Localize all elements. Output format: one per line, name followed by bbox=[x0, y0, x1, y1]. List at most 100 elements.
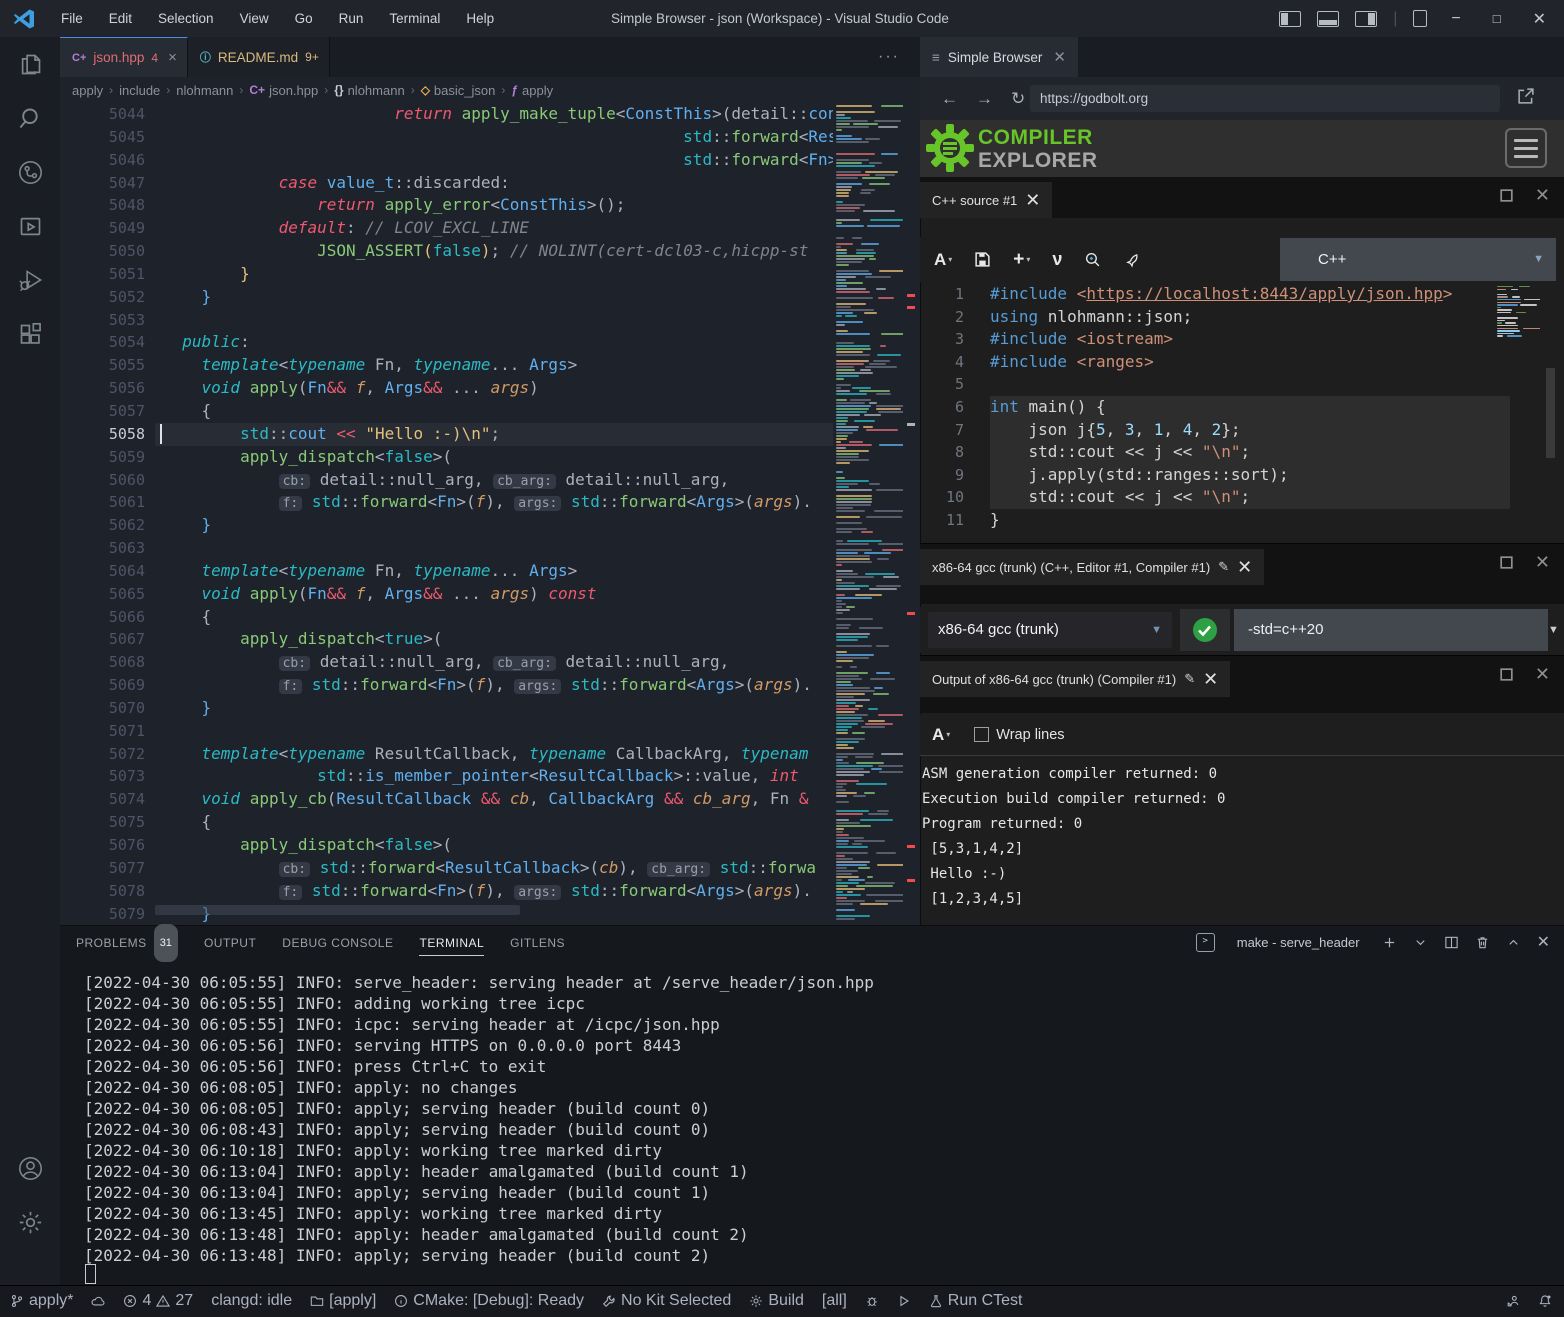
source-line[interactable]: 6int main() { bbox=[920, 396, 1564, 419]
code-line[interactable]: 5065 void apply(Fn&& f, Args&& ... args)… bbox=[60, 583, 920, 606]
code-line[interactable]: 5052 } bbox=[60, 286, 920, 309]
maximize-pane-icon[interactable] bbox=[1498, 187, 1515, 204]
status-problems[interactable]: 427 bbox=[123, 1285, 193, 1317]
minimize-button[interactable]: − bbox=[1443, 10, 1468, 28]
panel-tab-debug-console[interactable]: DEBUG CONSOLE bbox=[282, 925, 393, 961]
quick-bench-icon[interactable] bbox=[1123, 251, 1140, 268]
open-external-icon[interactable] bbox=[1516, 86, 1536, 106]
activity-search[interactable] bbox=[0, 91, 60, 145]
code-line[interactable]: 5044 return apply_make_tuple<ConstThis>(… bbox=[60, 103, 920, 126]
url-input[interactable]: https://godbolt.org bbox=[1030, 85, 1500, 112]
toggle-sidebar-icon[interactable] bbox=[1279, 11, 1301, 27]
overview-ruler[interactable] bbox=[903, 103, 920, 925]
maximize-panel-icon[interactable] bbox=[1506, 935, 1521, 950]
code-line[interactable]: 5073 std::is_member_pointer<ResultCallba… bbox=[60, 765, 920, 788]
tab-README.md[interactable]: ⓘREADME.md9+ bbox=[188, 37, 330, 77]
source-line[interactable]: 11} bbox=[920, 509, 1564, 532]
rename-icon[interactable]: ✎ bbox=[1184, 671, 1195, 687]
code-line[interactable]: 5077 cb: std::forward<ResultCallback>(cb… bbox=[60, 857, 920, 880]
split-terminal-icon[interactable] bbox=[1444, 935, 1459, 950]
panel-tab-gitlens[interactable]: GITLENS bbox=[510, 925, 565, 961]
status-launch-button[interactable] bbox=[897, 1285, 911, 1317]
breadcrumb-item-include[interactable]: include bbox=[119, 83, 160, 98]
maximize-pane-icon[interactable] bbox=[1498, 554, 1515, 571]
toggle-panel-icon[interactable] bbox=[1317, 11, 1339, 27]
breadcrumb-item-nlohmann[interactable]: nlohmann bbox=[176, 83, 233, 98]
breadcrumb-item-json.hpp[interactable]: C+json.hpp bbox=[249, 83, 318, 98]
wrap-lines-checkbox[interactable] bbox=[974, 727, 989, 742]
maximize-pane-icon[interactable] bbox=[1498, 666, 1515, 683]
close-icon[interactable]: × bbox=[168, 49, 177, 66]
code-editor[interactable]: 5044 return apply_make_tuple<ConstThis>(… bbox=[60, 103, 920, 925]
code-line[interactable]: 5061 f: std::forward<Fn>(f), args: std::… bbox=[60, 491, 920, 514]
activity-extensions[interactable] bbox=[0, 307, 60, 361]
code-line[interactable]: 5048 return apply_error<ConstThis>(); bbox=[60, 194, 920, 217]
status-clangd-status[interactable]: clangd: idle bbox=[211, 1285, 292, 1317]
status-ctest-button[interactable]: Run CTest bbox=[929, 1285, 1023, 1317]
menu-edit[interactable]: Edit bbox=[96, 0, 145, 37]
tab-simple-browser[interactable]: ≡ Simple Browser ✕ bbox=[920, 37, 1078, 77]
activity-explorer[interactable] bbox=[0, 37, 60, 91]
tab-compiler[interactable]: x86-64 gcc (trunk) (C++, Editor #1, Comp… bbox=[920, 549, 1264, 585]
close-panel-icon[interactable]: ✕ bbox=[1537, 932, 1550, 952]
status-build-button[interactable]: Build bbox=[749, 1285, 804, 1317]
status-cmake-kit[interactable]: No Kit Selected bbox=[602, 1285, 731, 1317]
status-build-target[interactable]: [all] bbox=[822, 1285, 847, 1317]
status-cmake-project[interactable]: [apply] bbox=[310, 1285, 376, 1317]
source-line[interactable]: 4#include <ranges> bbox=[920, 351, 1564, 374]
minimap[interactable] bbox=[833, 103, 903, 925]
close-pane-icon[interactable]: ✕ bbox=[1535, 187, 1550, 204]
source-code-editor[interactable]: 1#include <https://localhost:8443/apply/… bbox=[920, 283, 1564, 541]
rename-icon[interactable]: ✎ bbox=[1218, 559, 1229, 575]
code-line[interactable]: 5074 void apply_cb(ResultCallback && cb,… bbox=[60, 788, 920, 811]
menu-selection[interactable]: Selection bbox=[145, 0, 227, 37]
cpp-insights-icon[interactable] bbox=[1084, 251, 1101, 268]
chevron-down-icon[interactable]: ▼ bbox=[1548, 609, 1559, 651]
code-line[interactable]: 5063 bbox=[60, 537, 920, 560]
source-line[interactable]: 1#include <https://localhost:8443/apply/… bbox=[920, 283, 1564, 306]
code-line[interactable]: 5062 } bbox=[60, 514, 920, 537]
source-line[interactable]: 8 std::cout << j << "\n"; bbox=[920, 441, 1564, 464]
source-line[interactable]: 9 j.apply(std::ranges::sort); bbox=[920, 464, 1564, 487]
code-line[interactable]: 5049 default: // LCOV_EXCL_LINE bbox=[60, 217, 920, 240]
code-line[interactable]: 5047 case value_t::discarded: bbox=[60, 172, 920, 195]
tab-output[interactable]: Output of x86-64 gcc (trunk) (Compiler #… bbox=[920, 661, 1230, 697]
language-select[interactable]: C++ ▼ bbox=[1280, 238, 1556, 281]
status-remote[interactable] bbox=[1506, 1285, 1520, 1317]
activity-settings-gear[interactable] bbox=[0, 1195, 60, 1249]
status-git-branch[interactable]: apply* bbox=[10, 1285, 73, 1317]
status-notifications[interactable] bbox=[1538, 1285, 1552, 1317]
customize-layout-icon[interactable] bbox=[1413, 10, 1427, 27]
save-icon[interactable] bbox=[974, 251, 991, 268]
activity-source-control[interactable] bbox=[0, 145, 60, 199]
code-line[interactable]: 5045 std::forward<Res bbox=[60, 126, 920, 149]
menu-view[interactable]: View bbox=[227, 0, 282, 37]
menu-file[interactable]: File bbox=[48, 0, 96, 37]
terminal-shell-label[interactable]: make - serve_header bbox=[1237, 935, 1360, 950]
code-line[interactable]: 5066 { bbox=[60, 606, 920, 629]
compiler-select[interactable]: x86-64 gcc (trunk) ▼ bbox=[928, 612, 1172, 648]
status-debug-button[interactable] bbox=[865, 1285, 879, 1317]
kill-terminal-icon[interactable] bbox=[1475, 935, 1490, 950]
activity-run-window[interactable] bbox=[0, 199, 60, 253]
panel-tab-output[interactable]: OUTPUT bbox=[204, 925, 256, 961]
tab-cpp-source[interactable]: C++ source #1 ✕ bbox=[920, 182, 1052, 218]
forward-icon[interactable]: → bbox=[967, 89, 1002, 109]
font-size-button[interactable]: A▾ bbox=[932, 725, 950, 745]
breadcrumb-item-basic_json[interactable]: ◇basic_json bbox=[421, 83, 496, 98]
tab-json.hpp[interactable]: C+json.hpp4× bbox=[60, 37, 188, 77]
close-window-button[interactable]: ✕ bbox=[1525, 9, 1554, 29]
status-publish-sync[interactable] bbox=[91, 1285, 105, 1317]
font-size-button[interactable]: A▾ bbox=[934, 250, 952, 270]
breadcrumb-item-apply[interactable]: ƒapply bbox=[511, 83, 553, 98]
compiler-options-input[interactable]: -std=c++20 bbox=[1234, 609, 1548, 651]
code-line[interactable]: 5072 template<typename ResultCallback, t… bbox=[60, 743, 920, 766]
code-line[interactable]: 5053 bbox=[60, 309, 920, 332]
horizontal-scrollbar[interactable] bbox=[155, 905, 520, 915]
hamburger-menu-icon[interactable] bbox=[1505, 128, 1547, 168]
source-line[interactable]: 10 std::cout << j << "\n"; bbox=[920, 486, 1564, 509]
code-line[interactable]: 5057 { bbox=[60, 400, 920, 423]
panel-tab-problems[interactable]: PROBLEMS31 bbox=[76, 925, 178, 961]
menu-run[interactable]: Run bbox=[326, 0, 377, 37]
close-icon[interactable]: ✕ bbox=[1053, 48, 1066, 66]
